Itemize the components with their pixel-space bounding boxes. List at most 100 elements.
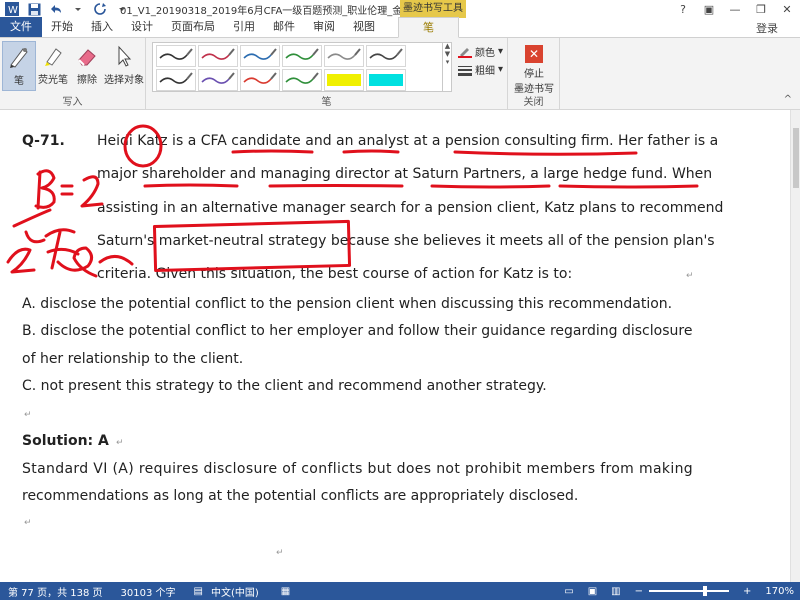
close-group-label: 关闭	[523, 97, 544, 108]
pen-gallery	[152, 42, 452, 92]
redo-icon[interactable]	[92, 1, 108, 17]
pen-swatch[interactable]	[240, 69, 280, 91]
web-layout-icon[interactable]: ▥	[611, 586, 620, 597]
scrollbar-thumb[interactable]	[793, 128, 799, 188]
proofing-icon[interactable]: ▤	[194, 586, 203, 597]
pen-swatch[interactable]	[240, 45, 280, 67]
help-icon[interactable]: ?	[670, 0, 696, 18]
pen-icon	[6, 44, 32, 70]
close-icon[interactable]: ✕	[774, 0, 800, 18]
vertical-scrollbar[interactable]	[790, 110, 800, 582]
sign-in-link[interactable]: 登录	[756, 20, 778, 36]
minimize-icon[interactable]: —	[722, 0, 748, 18]
svg-text:W: W	[8, 5, 18, 16]
solution-line-2: recommendations as long at the potential…	[22, 488, 579, 504]
pen-swatch[interactable]	[324, 45, 364, 67]
zoom-in-button[interactable]: +	[743, 586, 751, 597]
write-group: 笔 荧光笔 擦除 选择对象 写入	[0, 38, 146, 110]
paragraph-mark: ↵	[276, 548, 284, 558]
read-mode-icon[interactable]: ▭	[564, 586, 573, 597]
zoom-controls: ▭ ▣ ▥ − + 170%	[556, 582, 794, 600]
zoom-out-button[interactable]: −	[635, 586, 643, 597]
status-bar: 第 77 页，共 138 页 30103 个字 ▤ 中文(中国) ▦ ▭ ▣ ▥…	[0, 582, 800, 600]
pen-weight-icon	[458, 65, 472, 76]
pen-swatch[interactable]	[282, 69, 322, 91]
ink-tools-context-title: 墨迹书写工具	[400, 0, 466, 18]
paragraph-mark: ↵	[24, 410, 32, 420]
pen-swatch[interactable]	[366, 45, 406, 67]
collapse-ribbon-icon[interactable]: ^	[784, 94, 792, 105]
zoom-level[interactable]: 170%	[765, 586, 794, 597]
select-objects-button[interactable]: 选择对象	[104, 41, 144, 91]
word-count[interactable]: 30103 个字	[121, 584, 176, 599]
paragraph-mark: ↵	[24, 518, 32, 528]
paragraph-mark: ↵	[116, 438, 124, 448]
pen-swatch[interactable]	[198, 69, 238, 91]
tab-pens[interactable]: 笔	[398, 17, 459, 38]
ribbon-tabs: 文件 开始 插入 设计 页面布局 引用 邮件 审阅 视图 笔 登录	[0, 17, 800, 38]
ribbon: 笔 荧光笔 擦除 选择对象 写入 笔 ▲ ▼ ▾ 颜色 ▾ 粗细 ▾ ✕ 停止 …	[0, 38, 800, 110]
gallery-more-icon[interactable]: ▾	[443, 58, 452, 66]
tab-design[interactable]: 设计	[122, 17, 162, 37]
question-line-2: major shareholder and managing director …	[97, 166, 713, 182]
zoom-slider[interactable]	[649, 586, 730, 596]
highlighter-tool-button[interactable]: 荧光笔	[36, 41, 70, 91]
undo-icon[interactable]	[48, 1, 64, 17]
document-title: 01_V1_20190318_2019年6月CFA一级百题预测_职业伦理_金程.…	[120, 6, 400, 17]
question-line-5: criteria. Given this situation, the best…	[97, 266, 573, 282]
tab-review[interactable]: 审阅	[304, 17, 344, 37]
chevron-down-icon: ▾	[498, 46, 504, 57]
pen-tool-button[interactable]: 笔	[2, 41, 36, 91]
pen-color-icon	[458, 47, 472, 58]
pointer-icon	[111, 43, 137, 69]
tab-references[interactable]: 引用	[224, 17, 264, 37]
solution-line-1: Standard VI (A) requires disclosure of c…	[22, 461, 694, 477]
gallery-up-icon[interactable]: ▲	[443, 42, 452, 50]
zoom-slider-knob[interactable]	[703, 586, 708, 596]
highlighter-icon	[40, 43, 66, 69]
option-b-line-2: of her relationship to the client.	[22, 351, 244, 367]
eraser-icon	[74, 43, 100, 69]
close-group: ✕ 停止 墨迹书写 关闭	[508, 38, 560, 110]
solution-label: Solution: A	[22, 433, 109, 449]
restore-icon[interactable]: ❐	[748, 0, 774, 18]
option-a: A. disclose the potential conflict to th…	[22, 296, 673, 312]
chevron-down-icon: ▾	[498, 64, 504, 75]
language[interactable]: 中文(中国)	[211, 584, 259, 599]
gallery-down-icon[interactable]: ▼	[443, 50, 452, 58]
question-line-1: Heidi Katz is a CFA candidate and an ana…	[97, 133, 719, 149]
pen-swatch[interactable]	[156, 45, 196, 67]
pen-swatch[interactable]	[366, 69, 406, 91]
window-controls: ? ▣ — ❐ ✕	[670, 0, 800, 18]
quick-access-toolbar: W	[0, 0, 130, 18]
write-group-label: 写入	[62, 97, 83, 108]
pen-swatch[interactable]	[198, 45, 238, 67]
tab-mailings[interactable]: 邮件	[264, 17, 304, 37]
pen-color-dropdown[interactable]: 颜色 ▾	[458, 44, 503, 59]
tab-file[interactable]: 文件	[0, 17, 42, 37]
tab-insert[interactable]: 插入	[82, 17, 122, 37]
pen-weight-dropdown[interactable]: 粗细 ▾	[458, 62, 503, 77]
question-line-4: Saturn's market-neutral strategy because…	[97, 233, 715, 249]
page-count[interactable]: 第 77 页，共 138 页	[8, 584, 103, 599]
save-icon[interactable]	[26, 1, 42, 17]
paragraph-mark: ↵	[686, 271, 694, 281]
tab-home[interactable]: 开始	[42, 17, 82, 37]
pen-swatch[interactable]	[156, 69, 196, 91]
title-bar: W 01_V1_20190318_2019年6月CFA一级百题预测_职业伦理_金…	[0, 0, 800, 18]
pen-swatch[interactable]	[282, 45, 322, 67]
stop-inking-button[interactable]: ✕ 停止 墨迹书写	[512, 41, 556, 95]
tab-view[interactable]: 视图	[344, 17, 384, 37]
pen-swatch[interactable]	[324, 69, 364, 91]
print-layout-icon[interactable]: ▣	[588, 586, 597, 597]
word-logo-icon: W	[4, 1, 20, 17]
tab-page-layout[interactable]: 页面布局	[162, 17, 224, 37]
question-number: Q-71.	[22, 133, 65, 149]
ribbon-display-icon[interactable]: ▣	[696, 0, 722, 18]
option-c: C. not present this strategy to the clie…	[22, 378, 547, 394]
gallery-scroll[interactable]: ▲ ▼ ▾	[442, 42, 452, 92]
eraser-tool-button[interactable]: 擦除	[70, 41, 104, 91]
undo-dropdown-icon[interactable]	[70, 1, 86, 17]
stop-inking-icon: ✕	[525, 45, 543, 63]
macro-record-icon[interactable]: ▦	[281, 586, 290, 597]
